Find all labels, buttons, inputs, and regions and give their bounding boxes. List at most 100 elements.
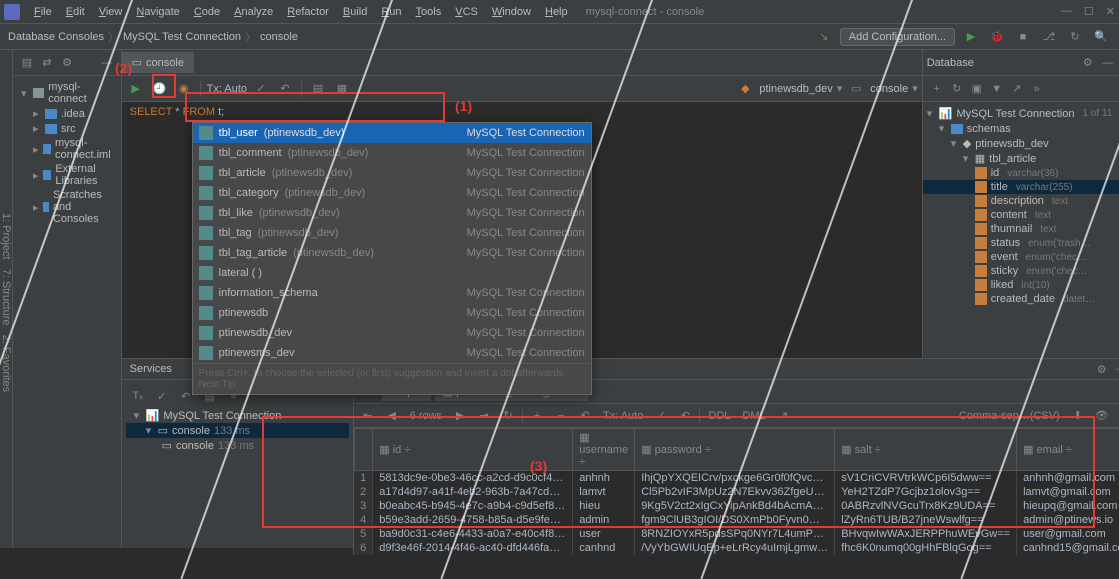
explain-icon[interactable]: ◉	[174, 79, 194, 99]
console-selector[interactable]: console	[870, 83, 908, 95]
stop-icon[interactable]: ■	[1013, 27, 1033, 47]
table-row[interactable]: 2a17d4d97-a41f-4eb2-963b-7a47cde31fbalam…	[354, 485, 1119, 499]
column-item[interactable]: idvarchar(36)	[923, 166, 1119, 180]
breadcrumb-item[interactable]: console	[260, 31, 298, 43]
view-icon[interactable]: 👁	[1092, 406, 1112, 426]
column-header[interactable]: ▦ username ÷	[573, 429, 635, 471]
column-item[interactable]: stickyenum('chec…	[923, 264, 1119, 278]
menu-edit[interactable]: Edit	[60, 4, 91, 20]
close-icon[interactable]: ✕	[1106, 5, 1115, 18]
menu-build[interactable]: Build	[337, 4, 373, 20]
autocomplete-item[interactable]: ptinewsdbMySQL Test Connection	[193, 303, 591, 323]
add-row-icon[interactable]: +	[527, 406, 547, 426]
column-header[interactable]: ▦ password ÷	[635, 429, 835, 471]
menu-analyze[interactable]: Analyze	[228, 4, 279, 20]
refresh-icon[interactable]: ↻	[947, 79, 967, 99]
git-icon[interactable]: ⎇	[1039, 27, 1059, 47]
menu-file[interactable]: File	[28, 4, 58, 20]
filter-icon[interactable]: ▼	[987, 79, 1007, 99]
stop-icon[interactable]: ▣	[967, 79, 987, 99]
project-view-icon[interactable]: ▤	[17, 53, 37, 73]
run-config-selector[interactable]: Add Configuration...	[840, 28, 955, 46]
hide-icon[interactable]: —	[1098, 53, 1118, 73]
project-root[interactable]: mysql-connect	[48, 81, 116, 105]
column-item[interactable]: eventenum('chec…	[923, 250, 1119, 264]
menu-window[interactable]: Window	[486, 4, 537, 20]
project-item[interactable]: ▸Scratches and Consoles	[13, 188, 121, 226]
table-row[interactable]: 4b59e3add-2659-4758-b85a-d5e9fe804e89adm…	[354, 513, 1119, 527]
column-item[interactable]: thumnailtext	[923, 222, 1119, 236]
jump-icon[interactable]: ↗	[1007, 79, 1027, 99]
table-row[interactable]: 6d9f3e46f-2014-4f46-ac40-dfd446fa99d5can…	[354, 541, 1119, 555]
execute-icon[interactable]: ▶	[126, 79, 146, 99]
project-item[interactable]: ▸mysql-connect.iml	[13, 136, 121, 162]
menu-tools[interactable]: Tools	[410, 4, 448, 20]
column-item[interactable]: created_datedatet…	[923, 292, 1119, 306]
sql-editor[interactable]: SELECT * FROM t; tbl_user(ptinewsdb_dev)…	[122, 102, 922, 122]
autocomplete-item[interactable]: tbl_tag(ptinewsdb_dev)MySQL Test Connect…	[193, 223, 591, 243]
more-icon[interactable]: »	[1027, 79, 1047, 99]
menu-code[interactable]: Code	[188, 4, 226, 20]
refresh-icon[interactable]: ↻	[498, 406, 518, 426]
history-icon[interactable]: 🕘	[150, 79, 170, 99]
maximize-icon[interactable]: ☐	[1084, 5, 1094, 18]
column-item[interactable]: contenttext	[923, 208, 1119, 222]
run-icon[interactable]: ▶	[961, 27, 981, 47]
rollback-icon[interactable]: ↶	[275, 79, 295, 99]
delete-row-icon[interactable]: −	[551, 406, 571, 426]
project-item[interactable]: ▸.idea	[13, 106, 121, 121]
autocomplete-item[interactable]: tbl_tag_article(ptinewsdb_dev)MySQL Test…	[193, 243, 591, 263]
last-page-icon[interactable]: ⇥	[474, 406, 494, 426]
hide-icon[interactable]: —	[1112, 359, 1119, 379]
dml-button[interactable]: DML	[738, 410, 769, 422]
export-icon[interactable]: ⬇	[1068, 406, 1088, 426]
output-icon[interactable]: ▦	[332, 79, 352, 99]
services-tree[interactable]: Tₓ✓↶▤≡ ▾📊MySQL Test Connection ▾▭console…	[122, 380, 354, 555]
project-tree[interactable]: ▾mysql-connect ▸.idea▸src▸mysql-connect.…	[13, 76, 121, 230]
autocomplete-item[interactable]: tbl_like(ptinewsdb_dev)MySQL Test Connec…	[193, 203, 591, 223]
gear-icon[interactable]: ⚙	[1092, 359, 1112, 379]
column-item[interactable]: titlevarchar(255)	[923, 180, 1119, 194]
autocomplete-item[interactable]: tbl_comment(ptinewsdb_dev)MySQL Test Con…	[193, 143, 591, 163]
column-item[interactable]: statusenum('trash…	[923, 236, 1119, 250]
autocomplete-item[interactable]: information_schemaMySQL Test Connection	[193, 283, 591, 303]
autocomplete-item[interactable]: ptinewsms_devMySQL Test Connection	[193, 343, 591, 363]
debug-icon[interactable]: 🐞	[987, 27, 1007, 47]
tx-mode[interactable]: Tx: Auto	[599, 410, 647, 422]
next-page-icon[interactable]: ▶	[450, 406, 470, 426]
settings-icon[interactable]: ▤	[308, 79, 328, 99]
revert-icon[interactable]: ↶	[575, 406, 595, 426]
gear-icon[interactable]: ⚙	[57, 53, 77, 73]
first-page-icon[interactable]: ⇤	[358, 406, 378, 426]
autocomplete-item[interactable]: tbl_article(ptinewsdb_dev)MySQL Test Con…	[193, 163, 591, 183]
menu-vcs[interactable]: VCS	[449, 4, 484, 20]
breadcrumb-item[interactable]: Database Consoles	[8, 31, 104, 43]
autocomplete-item[interactable]: ptinewsdb_devMySQL Test Connection	[193, 323, 591, 343]
table-row[interactable]: 15813dc9e-0be3-46cc-a2cd-d9c0cf442855anh…	[354, 471, 1119, 486]
menu-help[interactable]: Help	[539, 4, 574, 20]
menu-navigate[interactable]: Navigate	[130, 4, 185, 20]
build-icon[interactable]: ↘	[814, 27, 834, 47]
autocomplete-item[interactable]: tbl_category(ptinewsdb_dev)MySQL Test Co…	[193, 183, 591, 203]
column-header[interactable]: ▦ email ÷	[1017, 429, 1119, 471]
project-item[interactable]: ▸External Libraries	[13, 162, 121, 188]
autocomplete-item[interactable]: lateral ( )	[193, 263, 591, 283]
breadcrumb-item[interactable]: MySQL Test Connection	[123, 31, 241, 43]
collapse-icon[interactable]: ⇄	[37, 53, 57, 73]
left-gutter[interactable]: 1: Project 7: Structure 2: Favorites	[0, 50, 13, 548]
autocomplete-item[interactable]: tbl_user(ptinewsdb_dev)MySQL Test Connec…	[193, 123, 591, 143]
menu-run[interactable]: Run	[375, 4, 407, 20]
menu-view[interactable]: View	[93, 4, 129, 20]
search-icon[interactable]: 🔍	[1091, 27, 1111, 47]
update-icon[interactable]: ↻	[1065, 27, 1085, 47]
gear-icon[interactable]: ⚙	[1078, 53, 1098, 73]
minimize-icon[interactable]: —	[1061, 5, 1072, 18]
add-icon[interactable]: +	[927, 79, 947, 99]
database-tree[interactable]: ▾📊MySQL Test Connection1 of 11 ▾schemas …	[923, 102, 1119, 310]
ddl-button[interactable]: DDL	[704, 410, 734, 422]
tx-mode-selector[interactable]: Tx: Auto	[207, 83, 247, 95]
tab-console[interactable]: ▭ console	[122, 52, 194, 73]
export-format[interactable]: Comma-sep…(CSV)	[955, 410, 1064, 422]
table-row[interactable]: 5ba9d0c31-c4e6-4433-a0a7-e40c4f8ffd86use…	[354, 527, 1119, 541]
project-item[interactable]: ▸src	[13, 121, 121, 136]
